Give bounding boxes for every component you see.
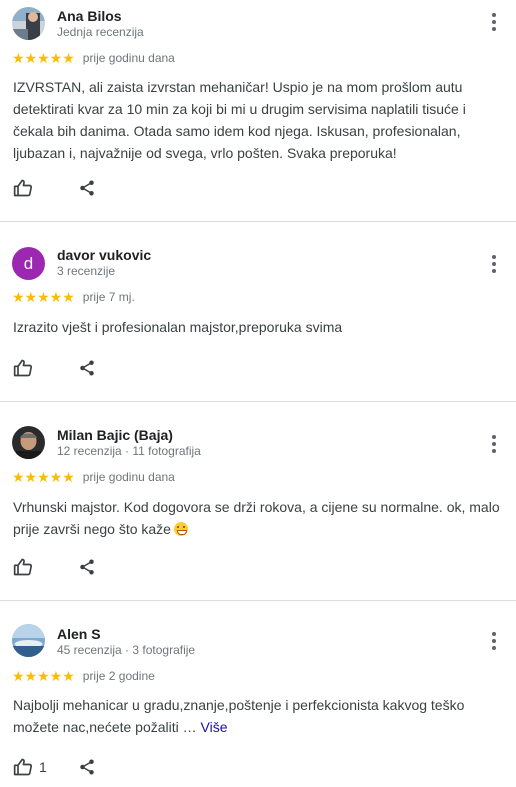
share-button[interactable] xyxy=(78,178,96,203)
avatar[interactable] xyxy=(12,624,45,657)
grinning-face-icon xyxy=(173,522,188,536)
review-text: IZVRSTAN, ali zaista izvrstan mehaničar!… xyxy=(13,79,466,161)
thumbs-up-icon xyxy=(13,359,33,377)
photo-avatar-icon xyxy=(12,624,45,657)
more-options-icon[interactable] xyxy=(486,10,502,34)
review-card: Milan Bajic (Baja) 12 recenzija · 11 fot… xyxy=(0,402,516,601)
review-card: d davor vukovic 3 recenzije ★★★★★ prije … xyxy=(0,222,516,402)
like-button[interactable] xyxy=(13,557,33,577)
like-button[interactable]: 1 xyxy=(13,757,47,777)
review-text-body: Vrhunski majstor. Kod dogovora se drži r… xyxy=(13,499,500,537)
share-button[interactable] xyxy=(78,557,96,582)
star-rating: ★★★★★ xyxy=(12,469,75,485)
rating-row: ★★★★★ prije 2 godine xyxy=(12,669,155,683)
review-actions: 1 xyxy=(13,757,94,777)
star-rating: ★★★★★ xyxy=(12,668,75,684)
more-options-icon[interactable] xyxy=(486,252,502,276)
avatar[interactable] xyxy=(12,426,45,459)
thumbs-up-icon xyxy=(13,179,33,197)
review-text: Najbolji mehanicar u gradu,znanje,pošten… xyxy=(13,694,500,738)
like-count: 1 xyxy=(39,759,47,775)
reviewer-meta: 12 recenzija · 11 fotografija xyxy=(57,444,201,458)
rating-row: ★★★★★ prije godinu dana xyxy=(12,470,175,484)
review-actions xyxy=(13,178,94,198)
review-date: prije 2 godine xyxy=(82,669,155,683)
read-more-link[interactable]: Više xyxy=(201,719,228,735)
thumbs-up-icon xyxy=(13,558,33,576)
more-options-icon[interactable] xyxy=(486,629,502,653)
review-text-body: Najbolji mehanicar u gradu,znanje,pošten… xyxy=(13,697,465,735)
reviewer-name[interactable]: Milan Bajic (Baja) xyxy=(57,427,173,443)
more-options-icon[interactable] xyxy=(486,432,502,456)
like-button[interactable] xyxy=(13,178,33,198)
share-icon xyxy=(80,759,94,775)
star-rating: ★★★★★ xyxy=(12,50,75,66)
review-date: prije godinu dana xyxy=(82,51,175,65)
review-text: Vrhunski majstor. Kod dogovora se drži r… xyxy=(13,496,500,540)
thumbs-up-icon xyxy=(13,758,33,776)
reviewer-meta: 45 recenzija · 3 fotografije xyxy=(57,643,196,657)
review-date: prije 7 mj. xyxy=(82,290,135,304)
photo-avatar-icon xyxy=(12,7,45,40)
reviewer-meta: Jednja recenzija xyxy=(57,25,144,39)
reviewer-name[interactable]: Ana Bilos xyxy=(57,8,122,24)
star-rating: ★★★★★ xyxy=(12,289,75,305)
share-icon xyxy=(80,180,94,196)
rating-row: ★★★★★ prije 7 mj. xyxy=(12,290,135,304)
photo-avatar-icon xyxy=(12,426,45,459)
rating-row: ★★★★★ prije godinu dana xyxy=(12,51,175,65)
share-button[interactable] xyxy=(78,757,96,782)
review-card: Ana Bilos Jednja recenzija ★★★★★ prije g… xyxy=(0,0,516,222)
review-text: Izrazito vješt i profesionalan majstor,p… xyxy=(13,319,343,335)
review-actions xyxy=(13,557,94,577)
review-card: Alen S 45 recenzija · 3 fotografije ★★★★… xyxy=(0,601,516,787)
avatar-letter: d xyxy=(23,253,34,273)
avatar[interactable] xyxy=(12,7,45,40)
review-actions xyxy=(13,358,94,378)
review-date: prije godinu dana xyxy=(82,470,175,484)
share-button[interactable] xyxy=(78,358,96,383)
avatar[interactable]: d xyxy=(12,247,45,280)
share-icon xyxy=(80,559,94,575)
reviewer-name[interactable]: davor vukovic xyxy=(57,247,151,263)
reviewer-meta: 3 recenzije xyxy=(57,264,116,278)
share-icon xyxy=(80,360,94,376)
reviewer-name[interactable]: Alen S xyxy=(57,626,101,642)
like-button[interactable] xyxy=(13,358,33,378)
